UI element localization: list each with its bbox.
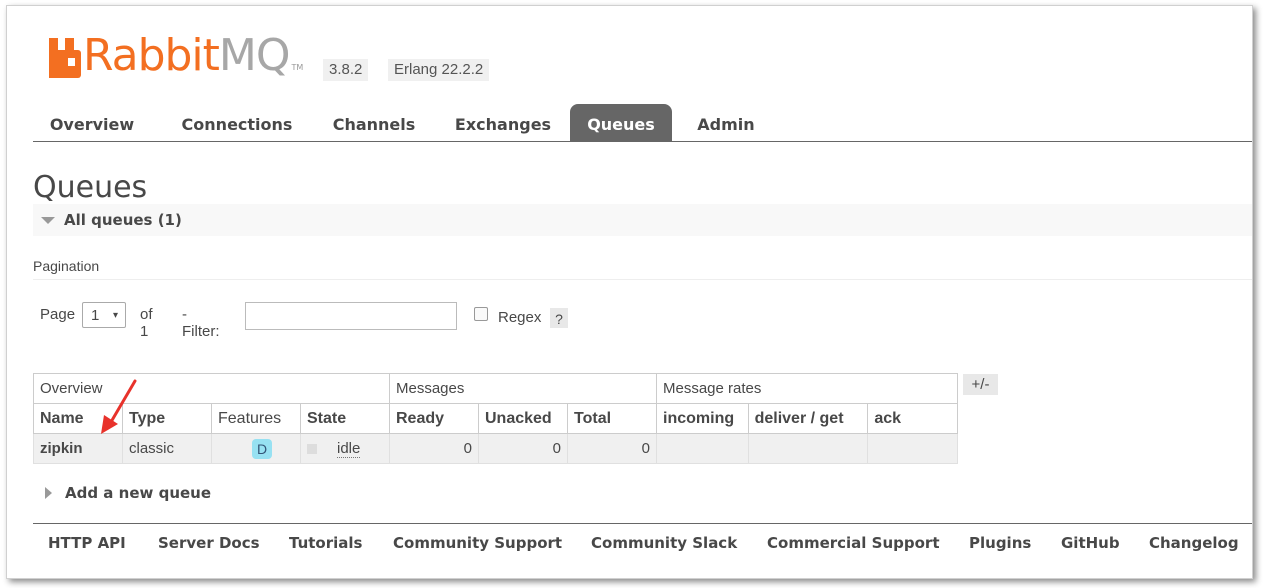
annotation-arrow-icon — [101, 379, 137, 434]
browser-window: RabbitMQ TM 3.8.2 Erlang 22.2.2 Overview… — [6, 5, 1253, 579]
